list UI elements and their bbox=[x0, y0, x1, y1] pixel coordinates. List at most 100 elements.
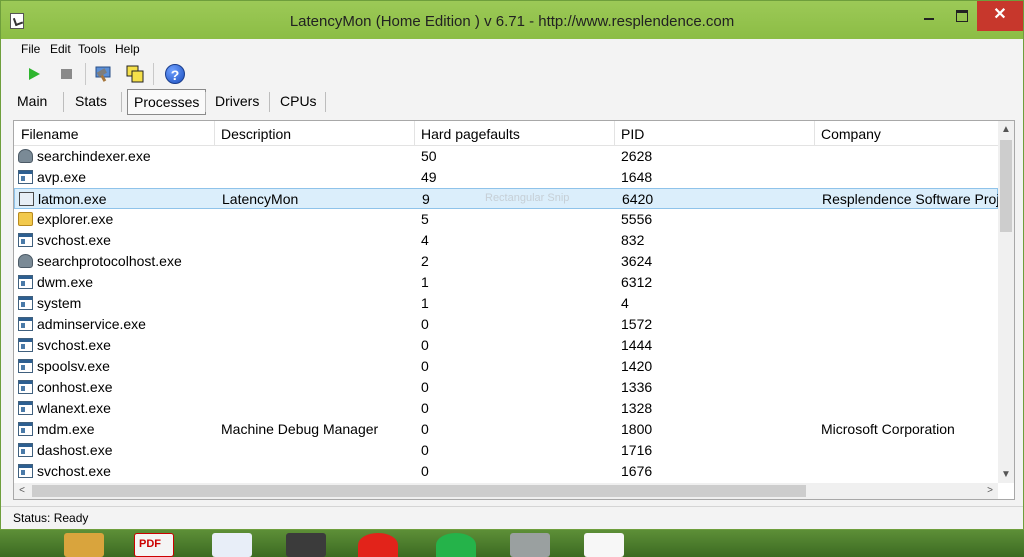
table-row[interactable]: searchprotocolhost.exe 2 3624 bbox=[14, 251, 998, 272]
table-row[interactable]: adminservice.exe 0 1572 bbox=[14, 314, 998, 335]
cell-pid: 1336 bbox=[621, 379, 653, 395]
help-button[interactable]: ? bbox=[163, 63, 187, 85]
cell-pagefaults: 0 bbox=[421, 400, 429, 416]
menu-file-label: File bbox=[21, 42, 41, 56]
vodafone-app-icon[interactable] bbox=[358, 533, 398, 557]
cell-pagefaults: 0 bbox=[421, 442, 429, 458]
column-divider[interactable] bbox=[214, 121, 215, 145]
menu-file[interactable]: File bbox=[21, 42, 40, 56]
menu-tools[interactable]: Tools bbox=[78, 42, 106, 56]
column-pid[interactable]: PID bbox=[621, 126, 644, 142]
hammer-icon bbox=[95, 66, 111, 82]
table-row[interactable]: latmon.exe LatencyMon 9 6420 Resplendence So… bbox=[14, 188, 1002, 209]
table-row[interactable]: searchindexer.exe 50 2628 bbox=[14, 146, 998, 167]
table-row[interactable]: conhost.exe 0 1336 bbox=[14, 377, 998, 398]
close-button[interactable]: ✕ bbox=[977, 1, 1023, 31]
column-divider[interactable] bbox=[814, 121, 815, 145]
title-bar[interactable]: LatencyMon (Home Edition ) v 6.71 - http… bbox=[1, 1, 1023, 39]
explorer-folder-icon bbox=[18, 212, 33, 226]
table-row[interactable]: spoolsv.exe 0 1420 bbox=[14, 356, 998, 377]
cell-pid: 1572 bbox=[621, 316, 653, 332]
status-bar: Status: Ready bbox=[1, 506, 1023, 530]
cell-pid: 1328 bbox=[621, 400, 653, 416]
document-app-icon[interactable] bbox=[584, 533, 624, 557]
folder-app-icon[interactable] bbox=[64, 533, 104, 557]
executable-icon bbox=[18, 464, 33, 478]
process-list[interactable]: Filename Description Hard pagefaults PID… bbox=[13, 120, 1015, 500]
start-button[interactable] bbox=[23, 63, 47, 85]
table-row[interactable]: svchost.exe 0 1444 bbox=[14, 335, 998, 356]
scroll-down-arrow-icon[interactable]: ▼ bbox=[998, 466, 1014, 483]
cell-filename: system bbox=[37, 295, 82, 311]
cell-pagefaults: 50 bbox=[421, 148, 437, 164]
pdf-label: PDF bbox=[139, 538, 161, 550]
cell-filename: svchost.exe bbox=[37, 337, 111, 353]
tab-separator bbox=[121, 92, 122, 112]
cell-filename: svchost.exe bbox=[37, 463, 111, 479]
executable-icon bbox=[18, 359, 33, 373]
table-row[interactable]: wlanext.exe 0 1328 bbox=[14, 398, 998, 419]
executable-icon bbox=[18, 275, 33, 289]
cell-description: Machine Debug Manager bbox=[221, 421, 379, 437]
table-row[interactable]: explorer.exe 5 5556 bbox=[14, 209, 998, 230]
table-row[interactable]: mdm.exe Machine Debug Manager 0 1800 Microso… bbox=[14, 419, 998, 440]
cell-pagefaults: 1 bbox=[421, 274, 429, 290]
table-row[interactable]: svchost.exe 0 1676 bbox=[14, 461, 998, 482]
cell-pid: 1444 bbox=[621, 337, 653, 353]
column-filename[interactable]: Filename bbox=[21, 126, 79, 142]
column-hard-pagefaults[interactable]: Hard pagefaults bbox=[421, 126, 520, 142]
column-divider[interactable] bbox=[414, 121, 415, 145]
table-row[interactable]: dwm.exe 1 6312 bbox=[14, 272, 998, 293]
maximize-button[interactable] bbox=[947, 1, 977, 31]
tab-drivers[interactable]: Drivers bbox=[209, 89, 265, 113]
taskbar: PDF bbox=[0, 530, 1024, 557]
tab-separator bbox=[325, 92, 326, 112]
cell-company: Microsoft Corporation bbox=[821, 421, 955, 437]
cell-pid: 1800 bbox=[621, 421, 653, 437]
scroll-up-arrow-icon[interactable]: ▲ bbox=[998, 121, 1014, 138]
tab-main[interactable]: Main bbox=[11, 89, 53, 113]
cell-filename: spoolsv.exe bbox=[37, 358, 110, 374]
photo-app-icon[interactable] bbox=[510, 533, 550, 557]
horizontal-scroll-thumb[interactable] bbox=[32, 485, 806, 497]
pdf-app-icon[interactable]: PDF bbox=[134, 533, 174, 557]
executable-icon bbox=[18, 422, 33, 436]
evernote-app-icon[interactable] bbox=[286, 533, 326, 557]
menu-tools-label: Tools bbox=[78, 42, 107, 56]
tab-separator bbox=[63, 92, 64, 112]
table-row[interactable]: svchost.exe 4 832 bbox=[14, 230, 998, 251]
scroll-left-arrow-icon[interactable]: < bbox=[14, 483, 30, 499]
tab-processes[interactable]: Processes bbox=[127, 89, 207, 115]
vertical-scrollbar[interactable]: ▲ ▼ bbox=[998, 121, 1014, 483]
scroll-right-arrow-icon[interactable]: > bbox=[982, 483, 998, 499]
windows-button[interactable] bbox=[123, 63, 147, 85]
column-header: Filename Description Hard pagefaults PID… bbox=[14, 121, 998, 146]
tab-stats[interactable]: Stats bbox=[69, 89, 113, 113]
word-app-icon[interactable] bbox=[212, 533, 252, 557]
cell-pid: 6312 bbox=[621, 274, 653, 290]
menu-edit[interactable]: Edit bbox=[50, 42, 71, 56]
table-row[interactable]: dashost.exe 0 1716 bbox=[14, 440, 998, 461]
cell-pagefaults: 1 bbox=[421, 295, 429, 311]
stop-icon bbox=[61, 69, 72, 79]
tab-cpus[interactable]: CPUs bbox=[274, 89, 323, 113]
column-company[interactable]: Company bbox=[821, 126, 881, 142]
whatsapp-app-icon[interactable] bbox=[436, 533, 476, 557]
stop-button[interactable] bbox=[55, 63, 79, 85]
cell-filename: dwm.exe bbox=[37, 274, 94, 290]
menu-help[interactable]: Help bbox=[115, 42, 140, 56]
cell-filename: svchost.exe bbox=[37, 232, 111, 248]
cell-pid: 3624 bbox=[621, 253, 653, 269]
status-text: Status: Ready bbox=[13, 511, 89, 525]
cell-pagefaults: 4 bbox=[421, 232, 429, 248]
column-divider[interactable] bbox=[614, 121, 615, 145]
cell-pagefaults: 49 bbox=[421, 169, 437, 185]
horizontal-scrollbar[interactable]: < > bbox=[14, 483, 998, 499]
hammer-button[interactable] bbox=[91, 63, 115, 85]
table-row[interactable]: avp.exe 49 1648 bbox=[14, 167, 998, 188]
minimize-button[interactable] bbox=[914, 1, 944, 31]
column-description[interactable]: Description bbox=[221, 126, 291, 142]
vertical-scroll-thumb[interactable] bbox=[1000, 140, 1012, 232]
cell-description: LatencyMon bbox=[222, 191, 299, 207]
table-row[interactable]: system 1 4 bbox=[14, 293, 998, 314]
